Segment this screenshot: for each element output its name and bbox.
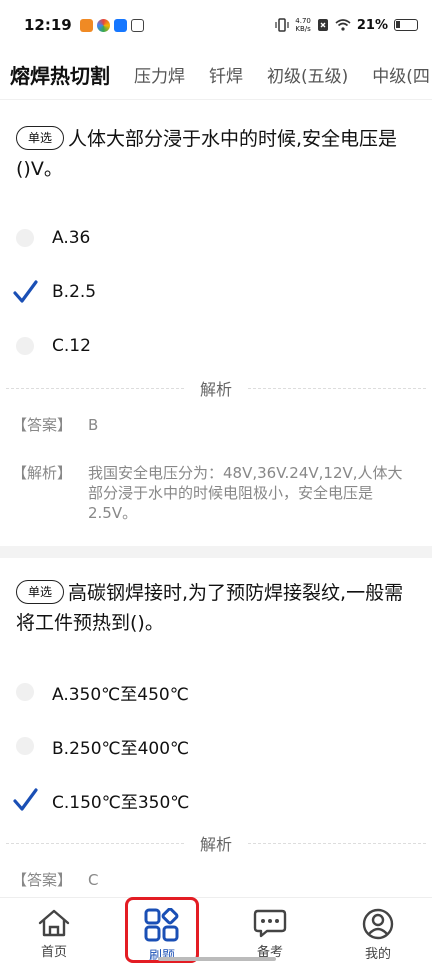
question-type-badge: 单选 bbox=[16, 126, 65, 150]
question-text: 人体大部分浸于水中的时候,安全电压是()V。 bbox=[16, 128, 398, 180]
battery-icon bbox=[394, 19, 418, 31]
radio-icon bbox=[16, 337, 34, 355]
net-speed-value: 4.70 bbox=[295, 17, 311, 25]
tab-junior-level[interactable]: 初级(五级) bbox=[267, 62, 348, 87]
option-label: B.2.5 bbox=[52, 282, 97, 302]
option-item[interactable]: C.150℃至350℃ bbox=[13, 780, 190, 820]
vibrate-icon bbox=[275, 18, 289, 32]
analysis-divider: 解析 bbox=[6, 378, 427, 399]
question-title: 单选 高碳钢焊接时,为了预防焊接裂纹,一般需将工件预热到()。 bbox=[16, 578, 416, 638]
answer-key: 【答案】 bbox=[12, 871, 73, 889]
tab-intermediate-level[interactable]: 中级(四 bbox=[372, 62, 430, 87]
option-item[interactable]: C.12 bbox=[16, 326, 91, 366]
analysis-divider: 解析 bbox=[6, 833, 427, 854]
check-icon bbox=[12, 279, 38, 305]
sim-error-icon bbox=[317, 19, 328, 31]
question-title: 单选 人体大部分浸于水中的时候,安全电压是()V。 bbox=[16, 124, 416, 184]
analysis-title: 解析 bbox=[200, 835, 233, 854]
option-item[interactable]: A.350℃至450℃ bbox=[16, 672, 189, 712]
nav-label: 首页 bbox=[40, 945, 67, 960]
app-notification-icon bbox=[113, 18, 127, 32]
answer-value: C bbox=[88, 871, 99, 889]
category-tabs: 熔焊热切割 压力焊 钎焊 初级(五级) 中级(四 bbox=[0, 50, 432, 100]
app-notification-icon bbox=[130, 18, 144, 32]
check-icon bbox=[12, 787, 38, 813]
question-card: 单选 高碳钢焊接时,为了预防焊接裂纹,一般需将工件预热到()。 bbox=[0, 578, 432, 638]
status-time: 12:19 bbox=[24, 16, 72, 34]
option-label: B.250℃至400℃ bbox=[52, 738, 190, 759]
battery-percent: 21% bbox=[356, 17, 388, 33]
analysis-title: 解析 bbox=[200, 380, 233, 399]
nav-mine[interactable]: 我的 bbox=[338, 908, 418, 962]
tab-fusion-welding[interactable]: 熔焊热切割 bbox=[10, 60, 110, 89]
status-right: 4.70 KB/s 21% bbox=[275, 17, 418, 33]
question-text: 高碳钢焊接时,为了预防焊接裂纹,一般需将工件预热到()。 bbox=[16, 582, 404, 634]
option-item[interactable]: A.36 bbox=[16, 218, 90, 258]
answer-row: 【答案】 C bbox=[12, 870, 416, 890]
option-item[interactable]: B.2.5 bbox=[13, 272, 97, 312]
home-indicator[interactable] bbox=[158, 957, 276, 961]
radio-icon bbox=[16, 229, 34, 247]
status-app-icons bbox=[79, 18, 144, 32]
app-notification-icon bbox=[79, 18, 93, 32]
explanation-row: 【解析】 我国安全电压分为：48V,36V.24V,12V,人体大部分浸于水中的… bbox=[12, 463, 416, 523]
answer-row: 【答案】 B bbox=[12, 415, 416, 435]
net-speed-unit: KB/s bbox=[295, 25, 311, 33]
radio-icon bbox=[16, 683, 34, 701]
home-icon bbox=[38, 909, 70, 937]
bottom-nav: 首页 刷题 备考 我的 bbox=[0, 898, 432, 964]
radio-icon bbox=[16, 737, 34, 755]
option-label: C.12 bbox=[52, 336, 91, 356]
nav-home[interactable]: 首页 bbox=[14, 908, 94, 960]
option-label: A.350℃至450℃ bbox=[52, 684, 189, 705]
explanation-key: 【解析】 bbox=[12, 464, 73, 482]
option-label: A.36 bbox=[52, 228, 91, 248]
explanation-text: 我国安全电压分为：48V,36V.24V,12V,人体大部分浸于水中的时候电阻极… bbox=[88, 464, 403, 522]
question-card: 单选 人体大部分浸于水中的时候,安全电压是()V。 bbox=[0, 124, 432, 184]
option-label: C.150℃至350℃ bbox=[52, 792, 190, 813]
app-notification-icon bbox=[96, 18, 110, 32]
net-speed: 4.70 KB/s bbox=[295, 17, 311, 33]
wifi-icon bbox=[335, 19, 351, 31]
chat-icon bbox=[253, 909, 287, 938]
nav-prepare[interactable]: 备考 bbox=[230, 908, 310, 960]
tab-pressure-welding[interactable]: 压力焊 bbox=[134, 62, 185, 87]
answer-value: B bbox=[88, 416, 99, 434]
tab-brazing[interactable]: 钎焊 bbox=[209, 62, 243, 87]
option-item[interactable]: B.250℃至400℃ bbox=[16, 726, 189, 766]
user-icon bbox=[362, 908, 394, 940]
section-separator bbox=[0, 546, 432, 558]
grid-icon bbox=[144, 908, 179, 942]
answer-key: 【答案】 bbox=[12, 416, 73, 434]
question-type-badge: 单选 bbox=[16, 580, 65, 604]
nav-label: 刷题 bbox=[149, 945, 175, 964]
nav-practice[interactable]: 刷题 bbox=[122, 908, 202, 964]
status-bar: 12:19 4.70 KB/s 21% bbox=[0, 0, 432, 50]
nav-label: 我的 bbox=[364, 947, 391, 962]
